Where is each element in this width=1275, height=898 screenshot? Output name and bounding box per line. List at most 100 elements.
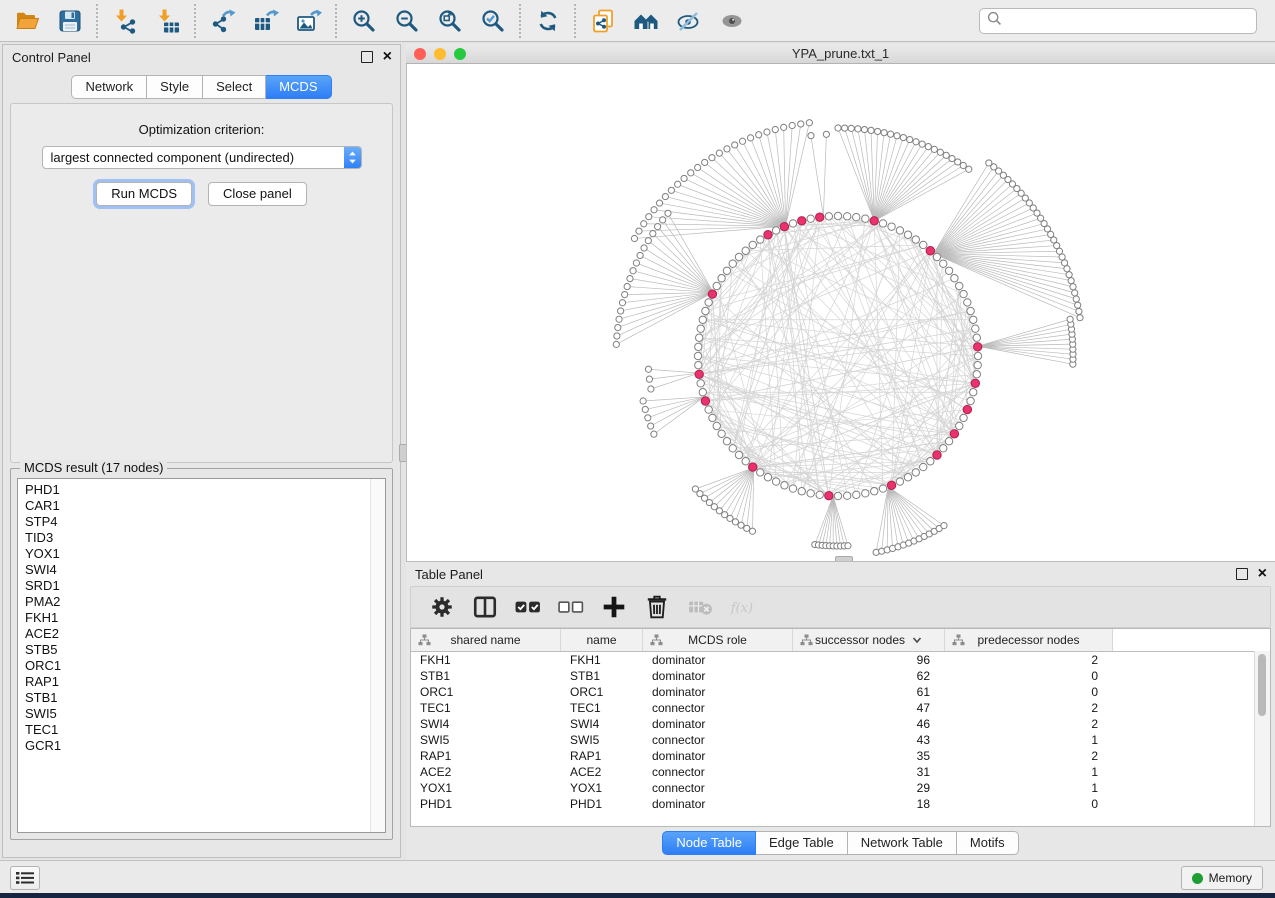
memory-button[interactable]: Memory [1181,866,1263,890]
control-panel-title: Control Panel [3,50,91,65]
columns-icon[interactable] [472,594,498,620]
import-network-icon[interactable] [111,7,138,34]
table-row[interactable]: SWI5SWI5connector431 [411,732,1270,748]
settings-icon[interactable] [429,594,455,620]
hide-selected-icon[interactable] [675,7,702,34]
cell-predecessor-nodes: 0 [945,685,1113,699]
table-row[interactable]: RAP1RAP1dominator352 [411,748,1270,764]
column-header-successor-nodes[interactable]: successor nodes [793,629,945,651]
cell-MCDS-role: connector [643,781,793,795]
mcds-result-item[interactable]: ORC1 [25,658,385,674]
table-row[interactable]: SWI4SWI4dominator462 [411,716,1270,732]
search-box[interactable] [979,8,1257,34]
duplicate-network-icon[interactable] [589,7,616,34]
column-header-MCDS-role[interactable]: MCDS role [643,629,793,651]
zoom-selected-icon[interactable] [479,7,506,34]
refresh-layout-icon[interactable] [534,7,561,34]
run-mcds-button[interactable]: Run MCDS [96,182,192,206]
maximize-window-icon[interactable] [454,48,466,60]
minimize-window-icon[interactable] [434,48,446,60]
export-table-icon[interactable] [252,7,279,34]
zoom-out-icon[interactable] [393,7,420,34]
table-scrollbar[interactable] [1254,651,1270,826]
float-panel-icon[interactable] [361,51,373,63]
cell-predecessor-nodes: 0 [945,669,1113,683]
mcds-result-item[interactable]: RAP1 [25,674,385,690]
cell-successor-nodes: 31 [793,765,945,779]
save-session-icon[interactable] [56,7,83,34]
mcds-result-item[interactable]: FKH1 [25,610,385,626]
cell-MCDS-role: dominator [643,653,793,667]
select-all-icon[interactable] [515,594,541,620]
mcds-result-item[interactable]: STP4 [25,514,385,530]
table-tab-motifs[interactable]: Motifs [957,831,1019,855]
search-input[interactable] [1006,10,1256,32]
column-header-name[interactable]: name [561,629,643,651]
table-row[interactable]: YOX1YOX1connector291 [411,780,1270,796]
table-scrollbar-thumb[interactable] [1258,654,1266,716]
mcds-result-item[interactable]: SRD1 [25,578,385,594]
cell-MCDS-role: dominator [643,749,793,763]
node-table: shared namenameMCDS rolesuccessor nodesp… [410,628,1271,827]
table-tab-node-table[interactable]: Node Table [662,831,756,855]
network-view-canvas[interactable] [406,64,1275,561]
mcds-result-item[interactable]: GCR1 [25,738,385,754]
table-row[interactable]: FKH1FKH1dominator962 [411,652,1270,668]
tab-mcds[interactable]: MCDS [266,75,331,99]
mcds-result-item[interactable]: PMA2 [25,594,385,610]
mcds-result-item[interactable]: PHD1 [25,482,385,498]
add-icon[interactable] [601,594,627,620]
cell-predecessor-nodes: 0 [945,797,1113,811]
select-stepper-icon [344,147,361,168]
import-table-icon[interactable] [154,7,181,34]
mcds-result-item[interactable]: ACE2 [25,626,385,642]
zoom-in-icon[interactable] [350,7,377,34]
table-row[interactable]: STB1STB1dominator620 [411,668,1270,684]
deselect-all-icon[interactable] [558,594,584,620]
tab-select[interactable]: Select [203,75,266,99]
show-selected-icon[interactable] [718,7,745,34]
task-history-button[interactable] [10,866,40,890]
export-network-icon[interactable] [209,7,236,34]
open-file-icon[interactable] [13,7,40,34]
column-header-shared-name[interactable]: shared name [411,629,561,651]
mcds-result-item[interactable]: STB1 [25,690,385,706]
network-window-titlebar[interactable]: YPA_prune.txt_1 [406,44,1275,64]
mcds-result-item[interactable]: CAR1 [25,498,385,514]
sort-desc-icon [912,633,922,647]
table-tab-edge-table[interactable]: Edge Table [756,831,848,855]
network-graph[interactable] [407,64,1275,561]
mcds-result-item[interactable]: TID3 [25,530,385,546]
optimization-criterion-label: Optimization criterion: [11,122,392,137]
tab-style[interactable]: Style [147,75,203,99]
mcds-result-item[interactable]: SWI5 [25,706,385,722]
mcds-list-scrollbar[interactable] [370,479,385,832]
close-panel-button[interactable]: Close panel [208,182,307,206]
table-row[interactable]: PHD1PHD1dominator180 [411,796,1270,812]
mcds-result-item[interactable]: YOX1 [25,546,385,562]
home-icon[interactable] [632,7,659,34]
export-image-icon[interactable] [295,7,322,34]
table-row[interactable]: ORC1ORC1dominator610 [411,684,1270,700]
float-table-panel-icon[interactable] [1236,568,1248,580]
tab-network[interactable]: Network [71,75,147,99]
table-row[interactable]: TEC1TEC1connector472 [411,700,1270,716]
mcds-result-item[interactable]: SWI4 [25,562,385,578]
close-window-icon[interactable] [414,48,426,60]
table-body: FKH1FKH1dominator962STB1STB1dominator620… [411,652,1270,812]
cell-MCDS-role: connector [643,765,793,779]
mcds-result-item[interactable]: TEC1 [25,722,385,738]
table-tab-network-table[interactable]: Network Table [848,831,957,855]
mcds-result-title: MCDS result (17 nodes) [20,460,167,475]
delete-icon[interactable] [644,594,670,620]
zoom-fit-icon[interactable] [436,7,463,34]
optimization-criterion-select[interactable]: largest connected component (undirected) [42,146,362,169]
column-header-predecessor-nodes[interactable]: predecessor nodes [945,629,1113,651]
table-row[interactable]: ACE2ACE2connector311 [411,764,1270,780]
cell-shared-name: FKH1 [411,653,561,667]
mcds-result-list[interactable]: PHD1CAR1STP4TID3YOX1SWI4SRD1PMA2FKH1ACE2… [17,478,386,833]
close-panel-icon[interactable]: × [383,50,392,64]
close-table-panel-icon[interactable]: × [1258,567,1267,581]
cell-shared-name: RAP1 [411,749,561,763]
mcds-result-item[interactable]: STB5 [25,642,385,658]
